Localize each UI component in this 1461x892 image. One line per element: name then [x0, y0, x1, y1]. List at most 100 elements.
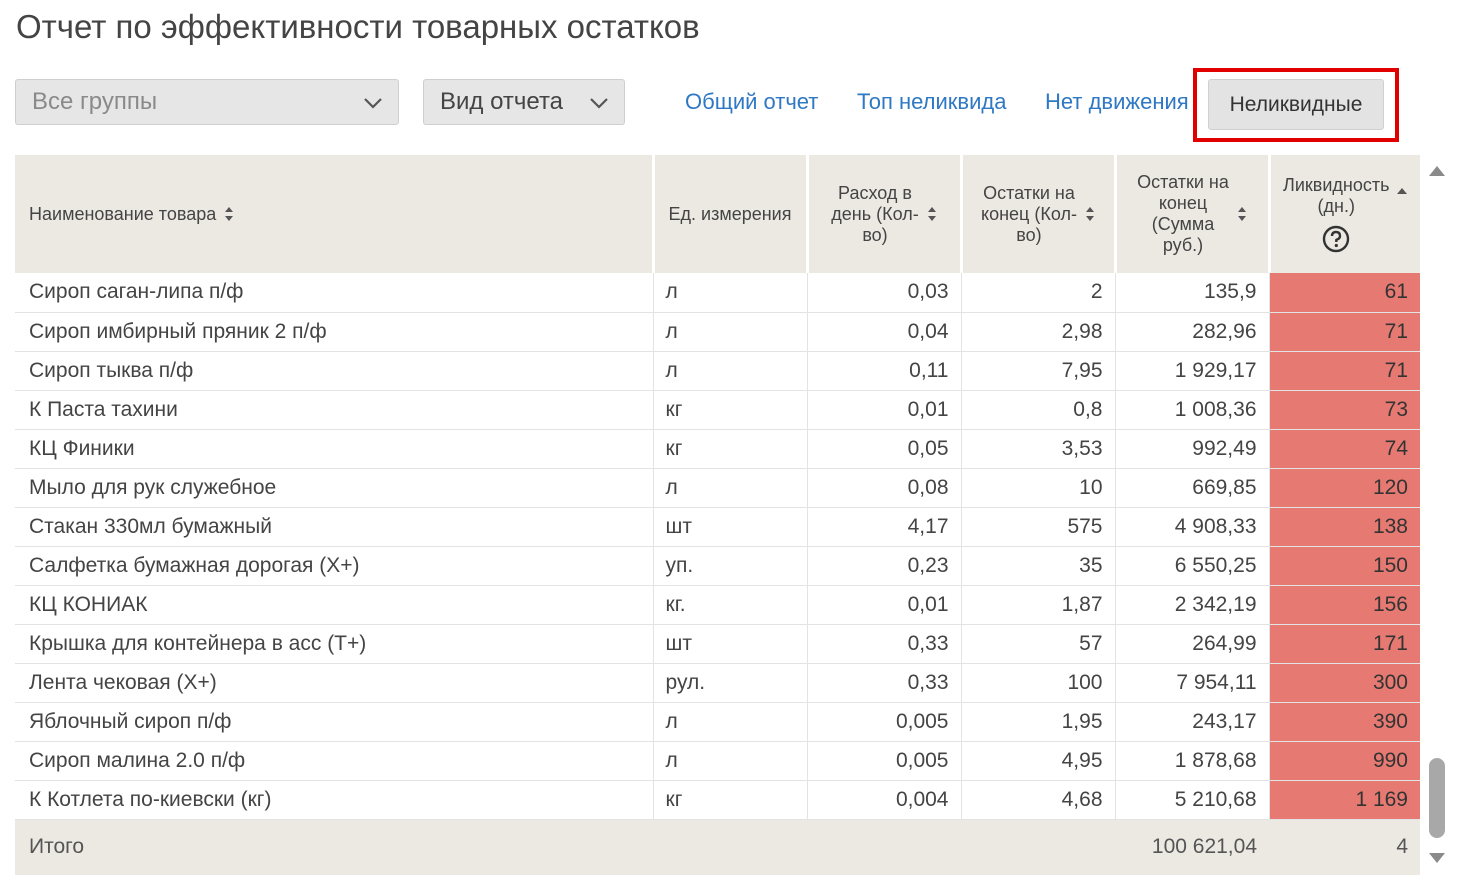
cell-name: Лента чековая (Х+) [15, 663, 654, 703]
report-view-select[interactable]: Вид отчета [423, 79, 625, 125]
table-row[interactable]: КЦ Финики кг 0,05 3,53 992,49 74 [15, 429, 1420, 469]
cell-liquidity: 300 [1269, 663, 1420, 703]
table-row[interactable]: Яблочный сироп п/ф л 0,005 1,95 243,17 390 [15, 702, 1420, 742]
cell-name: Стакан 330мл бумажный [15, 507, 654, 547]
scroll-up-arrow-icon[interactable] [1428, 164, 1446, 178]
cell-liquidity: 990 [1269, 741, 1420, 781]
table-row[interactable]: Мыло для рук служебное л 0,08 10 669,85 120 [15, 468, 1420, 508]
cell-unit: л [653, 468, 808, 508]
cell-daily-consumption: 0,005 [807, 741, 962, 781]
table-row[interactable]: Сироп имбирный пряник 2 п/ф л 0,04 2,98 282,… [15, 312, 1420, 352]
cell-liquidity: 138 [1269, 507, 1420, 547]
column-header-liquidity[interactable]: Ликвидность (дн.) [1269, 155, 1420, 273]
cell-unit: л [653, 273, 808, 313]
cell-name: Сироп тыква п/ф [15, 351, 654, 391]
cell-liquidity: 71 [1269, 351, 1420, 391]
table-row[interactable]: К Котлета по-киевски (кг) кг 0,004 4,68 5 21… [15, 780, 1420, 820]
cell-liquidity: 171 [1269, 624, 1420, 664]
table-row[interactable]: Салфетка бумажная дорогая (Х+) уп. 0,23 35 6… [15, 546, 1420, 586]
table-row[interactable]: КЦ КОНИАК кг. 0,01 1,87 2 342,19 156 [15, 585, 1420, 625]
cell-stock-qty: 100 [961, 663, 1116, 703]
cell-stock-sum: 992,49 [1115, 429, 1270, 469]
report-table: Наименование товара Ед. измерения Расход… [15, 155, 1420, 875]
cell-daily-consumption: 0,23 [807, 546, 962, 586]
cell-daily-consumption: 0,03 [807, 273, 962, 313]
cell-stock-sum: 2 342,19 [1115, 585, 1270, 625]
total-cell [653, 819, 807, 875]
table-row[interactable]: Крышка для контейнера в асс (Т+) шт 0,33 57… [15, 624, 1420, 664]
cell-liquidity: 120 [1269, 468, 1420, 508]
cell-daily-consumption: 0,04 [807, 312, 962, 352]
cell-unit: рул. [653, 663, 808, 703]
cell-daily-consumption: 0,01 [807, 390, 962, 430]
groups-select-value: Все группы [32, 88, 158, 115]
top-illiquid-link[interactable]: Топ неликвида [857, 89, 1006, 115]
table-row[interactable]: Лента чековая (Х+) рул. 0,33 100 7 954,11 300 [15, 663, 1420, 703]
table-row[interactable]: К Паста тахини кг 0,01 0,8 1 008,36 73 [15, 390, 1420, 430]
illiquid-button[interactable]: Неликвидные [1208, 79, 1384, 130]
cell-stock-qty: 4,68 [961, 780, 1116, 820]
cell-stock-sum: 1 878,68 [1115, 741, 1270, 781]
table-row[interactable]: Сироп саган-липа п/ф л 0,03 2 135,9 61 [15, 273, 1420, 313]
column-header-name-label: Наименование товара [29, 203, 217, 224]
cell-stock-sum: 669,85 [1115, 468, 1270, 508]
column-header-stock-qty[interactable]: Остатки на конец (Кол- во) [961, 155, 1117, 273]
cell-stock-qty: 2,98 [961, 312, 1116, 352]
table-row[interactable]: Сироп тыква п/ф л 0,11 7,95 1 929,17 71 [15, 351, 1420, 391]
table-row[interactable]: Сироп малина 2.0 п/ф л 0,005 4,95 1 878,68 99… [15, 741, 1420, 781]
help-icon[interactable] [1322, 225, 1350, 253]
scrollbar-thumb[interactable] [1429, 758, 1445, 838]
groups-select[interactable]: Все группы [15, 79, 399, 125]
cell-stock-sum: 282,96 [1115, 312, 1270, 352]
cell-liquidity: 156 [1269, 585, 1420, 625]
cell-stock-qty: 35 [961, 546, 1116, 586]
cell-name: Сироп саган-липа п/ф [15, 273, 654, 313]
cell-name: К Паста тахини [15, 390, 654, 430]
cell-liquidity: 71 [1269, 312, 1420, 352]
column-header-stock-sum[interactable]: Остатки на конец (Сумма руб.) [1115, 155, 1271, 273]
total-cell [961, 819, 1115, 875]
header-line: конец [1158, 193, 1208, 213]
cell-daily-consumption: 0,05 [807, 429, 962, 469]
page-title: Отчет по эффективности товарных остатков [16, 8, 700, 45]
cell-name: КЦ Финики [15, 429, 654, 469]
cell-stock-qty: 3,53 [961, 429, 1116, 469]
scroll-down-arrow-icon[interactable] [1428, 851, 1446, 865]
table-row[interactable]: Стакан 330мл бумажный шт 4,17 575 4 908,33 13… [15, 507, 1420, 547]
cell-stock-qty: 7,95 [961, 351, 1116, 391]
cell-stock-sum: 6 550,25 [1115, 546, 1270, 586]
cell-stock-qty: 1,95 [961, 702, 1116, 742]
cell-stock-sum: 7 954,11 [1115, 663, 1270, 703]
column-header-name[interactable]: Наименование товара [15, 155, 655, 273]
header-line: конец (Кол- [981, 203, 1077, 224]
cell-daily-consumption: 4,17 [807, 507, 962, 547]
cell-name: Сироп имбирный пряник 2 п/ф [15, 312, 654, 352]
cell-unit: кг [653, 780, 808, 820]
cell-unit: шт [653, 507, 808, 547]
cell-name: К Котлета по-киевски (кг) [15, 780, 654, 820]
total-label: Итого [15, 819, 653, 875]
cell-unit: шт [653, 624, 808, 664]
cell-stock-qty: 575 [961, 507, 1116, 547]
cell-stock-sum: 1 008,36 [1115, 390, 1270, 430]
cell-stock-sum: 135,9 [1115, 273, 1270, 313]
cell-stock-qty: 2 [961, 273, 1116, 313]
cell-stock-sum: 264,99 [1115, 624, 1270, 664]
sort-icon [225, 207, 234, 221]
cell-stock-qty: 4,95 [961, 741, 1116, 781]
column-header-daily-label: Расход в день (Кол- во) [831, 183, 918, 246]
column-header-stock-qty-label: Остатки на конец (Кол- во) [981, 183, 1077, 246]
cell-unit: кг [653, 390, 808, 430]
cell-daily-consumption: 0,01 [807, 585, 962, 625]
general-report-link[interactable]: Общий отчет [685, 89, 818, 115]
cell-unit: л [653, 312, 808, 352]
column-header-daily[interactable]: Расход в день (Кол- во) [807, 155, 963, 273]
no-movement-link[interactable]: Нет движения [1045, 89, 1189, 115]
cell-daily-consumption: 0,33 [807, 663, 962, 703]
cell-unit: л [653, 702, 808, 742]
column-header-unit[interactable]: Ед. измерения [653, 155, 809, 273]
cell-stock-qty: 0,8 [961, 390, 1116, 430]
cell-name: Мыло для рук служебное [15, 468, 654, 508]
cell-stock-qty: 1,87 [961, 585, 1116, 625]
cell-unit: л [653, 351, 808, 391]
